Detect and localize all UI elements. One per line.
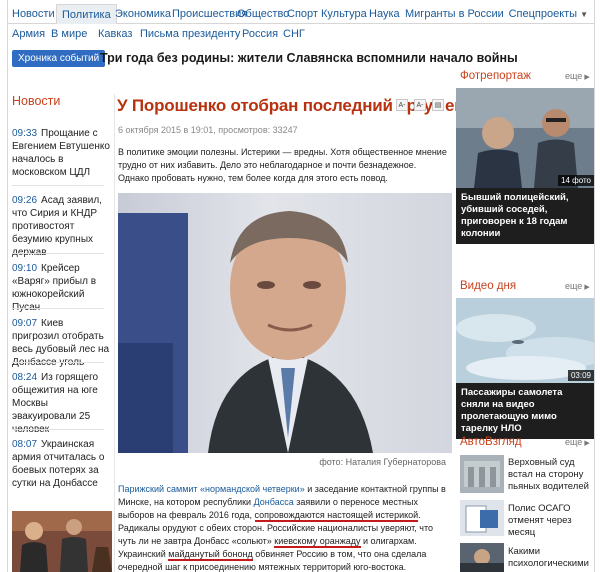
- photo-caption: фото: Наталия Губернаторова: [319, 457, 446, 467]
- divider: [12, 429, 104, 430]
- auto-thumbnail[interactable]: [460, 543, 504, 572]
- secondary-nav: Армия В мире Кавказ Письма президенту Ро…: [8, 25, 594, 43]
- subnav-russia[interactable]: Россия: [242, 25, 278, 43]
- subnav-cis[interactable]: СНГ: [283, 25, 305, 43]
- article-meta: 6 октября 2015 в 19:01, просмотров: 3324…: [118, 125, 298, 135]
- news-item[interactable]: 09:26 Асад заявил, что Сирия и КНДР проти…: [12, 194, 112, 259]
- driver-photo: [460, 543, 504, 572]
- chevron-right-icon: ▶: [584, 284, 590, 291]
- auto-thumbnail[interactable]: [460, 500, 504, 536]
- news-heading: Новости: [12, 94, 61, 108]
- divider: [12, 253, 104, 254]
- news-time: 09:07: [12, 318, 38, 329]
- summit-link[interactable]: Парижский саммит «нормандской четверки»: [118, 484, 305, 494]
- auto-thumbnail[interactable]: [460, 455, 504, 493]
- article-photo: [118, 193, 452, 453]
- video-more-link[interactable]: еще ▶: [565, 281, 590, 291]
- divider: [12, 362, 104, 363]
- subnav-letters[interactable]: Письма президенту: [140, 25, 240, 43]
- court-photo: [460, 455, 504, 493]
- news-time: 09:33: [12, 128, 38, 139]
- chronicle-label[interactable]: Хроника событий: [12, 50, 106, 67]
- article-lead: В политике эмоции полезны. Истерики — вр…: [118, 147, 447, 183]
- nav-item-migrants[interactable]: Мигранты в России: [405, 4, 504, 24]
- news-item[interactable]: 08:24 Из горящего общежития на юге Москвы…: [12, 371, 112, 436]
- news-time: 09:10: [12, 263, 38, 274]
- column-divider: [114, 94, 115, 572]
- underlined-text: майданутый бононд: [168, 549, 253, 561]
- news-time: 08:07: [12, 439, 38, 450]
- divider: [12, 308, 104, 309]
- more-label: еще: [565, 281, 583, 291]
- insurance-photo: [460, 500, 504, 536]
- nav-item-news[interactable]: Новости: [12, 4, 55, 24]
- underlined-text: сопровождаются настоящей истерикой: [254, 510, 419, 522]
- nav-item-science[interactable]: Наука: [369, 4, 400, 24]
- video-duration-badge: 03:09: [567, 370, 594, 381]
- news-thumbnail[interactable]: [12, 511, 112, 572]
- chevron-right-icon: ▶: [584, 74, 590, 81]
- font-decrease-button[interactable]: A-: [414, 99, 426, 111]
- subnav-army[interactable]: Армия: [12, 25, 45, 43]
- video-heading[interactable]: Видео дня: [460, 280, 516, 292]
- special-projects-label: Спецпроекты: [508, 8, 578, 20]
- auto-news-item[interactable]: Верховный суд встал на сторону пьяных во…: [508, 457, 594, 493]
- news-time: 08:24: [12, 372, 38, 383]
- underlined-text: киевскому оранжаду: [274, 536, 361, 548]
- policeman-photo: [456, 88, 594, 188]
- subnav-world[interactable]: В мире: [51, 25, 87, 43]
- portrait-photo: [118, 193, 452, 453]
- nav-item-society[interactable]: Общество: [237, 4, 289, 24]
- nav-item-incidents[interactable]: Происшествия: [172, 4, 247, 24]
- news-item[interactable]: 09:33 Прощание с Евгением Евтушенко начал…: [12, 127, 112, 179]
- auto-news-item[interactable]: Какими психологическими: [508, 546, 594, 570]
- photo-report-more-link[interactable]: еще ▶: [565, 71, 590, 81]
- video-caption[interactable]: Пассажиры самолета сняли на видео пролет…: [456, 383, 594, 439]
- chevron-right-icon: ▶: [584, 440, 590, 447]
- video-thumbnail[interactable]: 03:09: [456, 298, 594, 383]
- photo-report-caption[interactable]: Бывший полицейский, убивший соседей, при…: [456, 188, 594, 244]
- print-icon: ▤: [434, 102, 442, 109]
- nav-item-economy[interactable]: Экономика: [115, 4, 171, 24]
- people-photo: [12, 511, 112, 572]
- nav-item-sport[interactable]: Спорт: [287, 4, 318, 24]
- more-label: еще: [565, 437, 583, 447]
- news-time: 09:26: [12, 195, 38, 206]
- news-column: Новости: [12, 94, 112, 108]
- auto-more-link[interactable]: еще ▶: [565, 437, 590, 447]
- chronicle-headline[interactable]: Три года без родины: жители Славянска вс…: [100, 50, 518, 67]
- chevron-down-icon: ▼: [580, 10, 588, 19]
- auto-news-item[interactable]: Полис ОСАГО отменят через месяц: [508, 503, 594, 539]
- nav-item-culture[interactable]: Культура: [321, 4, 367, 24]
- divider: [12, 185, 104, 186]
- subnav-caucasus[interactable]: Кавказ: [98, 25, 132, 43]
- page: Новости Политика Экономика Происшествия …: [7, 0, 595, 572]
- photo-report-heading[interactable]: Фотрепортаж: [460, 70, 531, 82]
- auto-heading[interactable]: АвтоВзгляд: [460, 436, 522, 448]
- news-item[interactable]: 08:07 Украинская армия отчиталась о боевы…: [12, 438, 112, 490]
- primary-nav: Новости Политика Экономика Происшествия …: [8, 4, 594, 24]
- print-button[interactable]: ▤: [432, 99, 444, 111]
- donbass-link[interactable]: Донбасса: [254, 497, 294, 507]
- more-label: еще: [565, 71, 583, 81]
- nav-item-politics[interactable]: Политика: [56, 4, 117, 24]
- photo-count-badge: 14 фото: [558, 175, 594, 186]
- photo-report-image[interactable]: 14 фото: [456, 88, 594, 188]
- special-projects-menu[interactable]: Спецпроекты ▼: [509, 4, 588, 24]
- article-body: Парижский саммит «нормандской четверки» …: [118, 483, 452, 572]
- news-item[interactable]: 09:10 Крейсер «Варяг» прибыл в южнокорейс…: [12, 262, 112, 314]
- font-increase-button[interactable]: A-: [396, 99, 408, 111]
